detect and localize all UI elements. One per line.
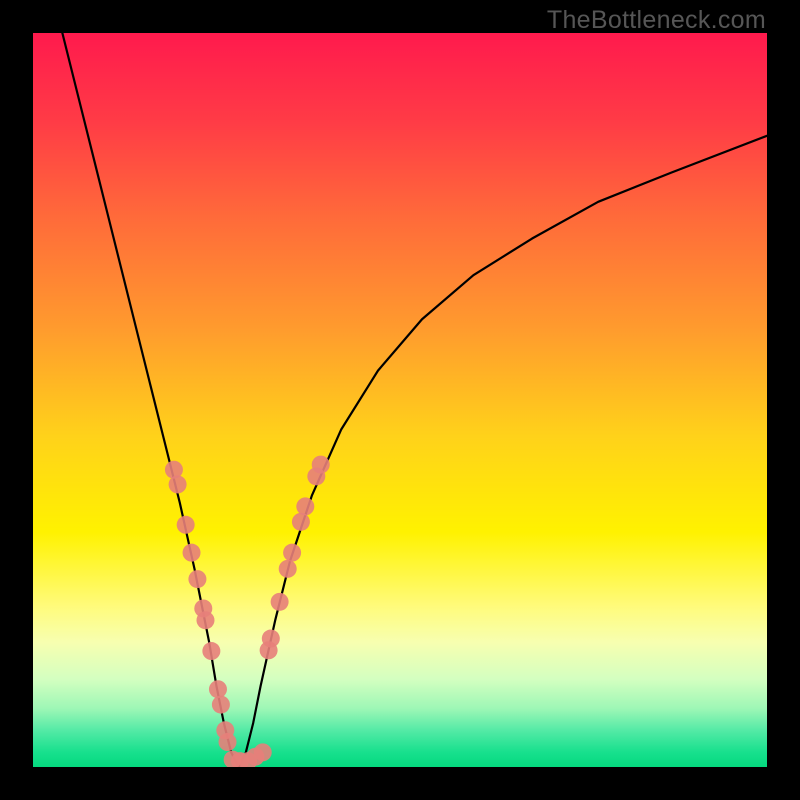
plot-area bbox=[33, 33, 767, 767]
data-point bbox=[292, 513, 310, 531]
data-point bbox=[262, 630, 280, 648]
data-point bbox=[254, 743, 272, 761]
data-point bbox=[188, 570, 206, 588]
data-point bbox=[271, 593, 289, 611]
data-point bbox=[183, 544, 201, 562]
curve-layer bbox=[33, 33, 767, 767]
data-point bbox=[219, 733, 237, 751]
data-point bbox=[212, 696, 230, 714]
data-point bbox=[177, 516, 195, 534]
series-bottleneck-curve-right bbox=[239, 136, 767, 767]
data-point bbox=[202, 642, 220, 660]
data-point bbox=[312, 456, 330, 474]
data-point bbox=[296, 497, 314, 515]
data-point bbox=[169, 475, 187, 493]
data-point bbox=[209, 680, 227, 698]
data-point bbox=[279, 560, 297, 578]
chart-frame: TheBottleneck.com bbox=[0, 0, 800, 800]
watermark-text: TheBottleneck.com bbox=[547, 6, 766, 35]
data-point bbox=[196, 611, 214, 629]
data-point bbox=[283, 544, 301, 562]
